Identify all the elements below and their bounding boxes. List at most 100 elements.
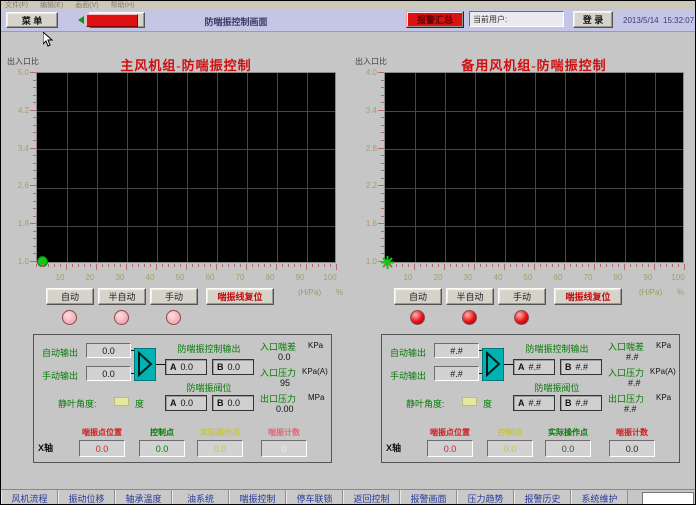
x-minor-tick <box>84 264 85 267</box>
manual-button[interactable]: 手动 <box>150 288 198 305</box>
nav-button-2[interactable]: 振动位移 <box>58 490 115 505</box>
x-minor-tick <box>168 264 169 267</box>
x-minor-tick <box>426 264 427 267</box>
nav-button-5[interactable]: 喘振控制 <box>229 490 286 505</box>
surge-line-reset-button[interactable]: 喘振线复位 <box>206 288 274 305</box>
auto-button[interactable]: 自动 <box>394 288 442 305</box>
param-panel: 自动输出 0.0 手动输出 0.0 防喘振控制输出 A0.0 B0.0 防喘振阀… <box>33 334 332 426</box>
manual-output-label: 手动输出 <box>42 369 78 382</box>
x-minor-tick <box>210 264 211 267</box>
grid-line <box>445 73 446 262</box>
x-minor-tick <box>258 264 259 267</box>
y-minor-tick <box>33 117 36 118</box>
auto-output-field: 0.0 <box>86 343 131 358</box>
x-minor-tick <box>162 264 163 267</box>
mode-led-indicator <box>62 310 77 325</box>
x-tick-label: 80 <box>606 273 630 282</box>
x-tick-label: 70 <box>576 273 600 282</box>
x-axis-label: X轴 <box>38 441 53 454</box>
y-minor-tick <box>33 208 36 209</box>
y-minor-tick <box>33 140 36 141</box>
y-minor-tick <box>381 193 384 194</box>
nav-button-11[interactable]: 系统维护 <box>571 490 628 505</box>
nav-button-4[interactable]: 油系统 <box>172 490 229 505</box>
manual-button[interactable]: 手动 <box>498 288 546 305</box>
nav-button-9[interactable]: 压力趋势 <box>457 490 514 505</box>
actual-operating-point-label: 实际操作点 <box>538 427 598 438</box>
x-minor-tick <box>306 264 307 267</box>
y-tick-label: 1.0 <box>3 257 29 266</box>
hmi-window: 文件(F) 编辑(E) 画面(V) 帮助(H) 菜 单 EXIT 防喘振控制画面… <box>0 0 696 505</box>
y-minor-tick <box>381 216 384 217</box>
x-minor-tick <box>36 264 37 267</box>
x-tick-label: 70 <box>228 273 252 282</box>
y-minor-tick <box>33 125 36 126</box>
nav-button-10[interactable]: 报警历史 <box>514 490 571 505</box>
y-minor-tick <box>33 163 36 164</box>
x-minor-tick <box>60 264 61 267</box>
nav-button-8[interactable]: 报警画面 <box>400 490 457 505</box>
y-minor-tick <box>33 95 36 96</box>
x-minor-tick <box>294 264 295 267</box>
x-minor-tick <box>480 264 481 267</box>
valve-a-field: A0.0 <box>165 395 207 411</box>
y-minor-tick <box>381 231 384 232</box>
control-point-column: 控制点0.0 <box>132 427 192 457</box>
nav-button-3[interactable]: 轴承温度 <box>115 490 172 505</box>
surge-count-value: 0 <box>261 440 307 457</box>
selector-triangle-icon <box>482 348 504 381</box>
nav-spacer <box>628 490 642 505</box>
x-minor-tick <box>42 264 43 267</box>
y-minor-tick <box>381 110 384 111</box>
x-minor-tick <box>438 264 439 267</box>
y-minor-tick <box>33 246 36 247</box>
surge-point-position-value: 0.0 <box>79 440 125 457</box>
outlet-pressure-unit: MPa <box>308 393 324 402</box>
grid-line <box>307 73 308 262</box>
valve-b-field: B0.0 <box>212 395 254 411</box>
y-minor-tick <box>33 80 36 81</box>
surge-point-position-label: 喘振点位置 <box>420 427 480 438</box>
y-axis-label: 出入口比 <box>355 56 387 67</box>
y-minor-tick <box>33 170 36 171</box>
actual-operating-point-value: 0.0 <box>197 440 243 457</box>
grid-line <box>655 73 656 262</box>
y-minor-tick <box>381 140 384 141</box>
y-minor-tick <box>381 72 384 73</box>
x-minor-tick <box>330 264 331 267</box>
x-minor-tick <box>264 264 265 267</box>
x-tick-label: 20 <box>78 273 102 282</box>
actual-operating-point-label: 实际操作点 <box>190 427 250 438</box>
x-tick-label: 80 <box>258 273 282 282</box>
x-minor-tick <box>288 264 289 267</box>
x-minor-tick <box>270 264 271 267</box>
y-minor-tick <box>381 155 384 156</box>
x-minor-tick <box>570 264 571 267</box>
x-minor-tick <box>582 264 583 267</box>
auto-button[interactable]: 自动 <box>46 288 94 305</box>
nav-button-6[interactable]: 停车联锁 <box>286 490 343 505</box>
semi-auto-button[interactable]: 半自动 <box>446 288 494 305</box>
y-minor-tick <box>33 178 36 179</box>
x-unit-percent: % <box>336 288 343 297</box>
x-minor-tick <box>468 264 469 267</box>
surge-count-label: 喘振计数 <box>254 427 314 438</box>
grid-line <box>277 73 278 262</box>
x-minor-tick <box>540 264 541 267</box>
semi-auto-button[interactable]: 半自动 <box>98 288 146 305</box>
x-minor-tick <box>450 264 451 267</box>
x-minor-tick <box>516 264 517 267</box>
x-minor-tick <box>660 264 661 267</box>
asc-output-a-field: A0.0 <box>165 359 207 375</box>
y-minor-tick <box>33 102 36 103</box>
x-minor-tick <box>684 264 685 267</box>
main-fan-chart-group: 出入口比 主风机组-防喘振控制 5.04.23.42.61.81.0 10203… <box>1 1 349 491</box>
surge-line-reset-button[interactable]: 喘振线复位 <box>554 288 622 305</box>
x-minor-tick <box>552 264 553 267</box>
y-minor-tick <box>33 110 36 111</box>
nav-button-7[interactable]: 返回控制 <box>343 490 400 505</box>
y-tick-label: 1.6 <box>351 219 377 228</box>
nav-button-1[interactable]: 风机流程 <box>1 490 58 505</box>
y-minor-tick <box>381 117 384 118</box>
outlet-pressure-value: #.# <box>624 404 637 414</box>
